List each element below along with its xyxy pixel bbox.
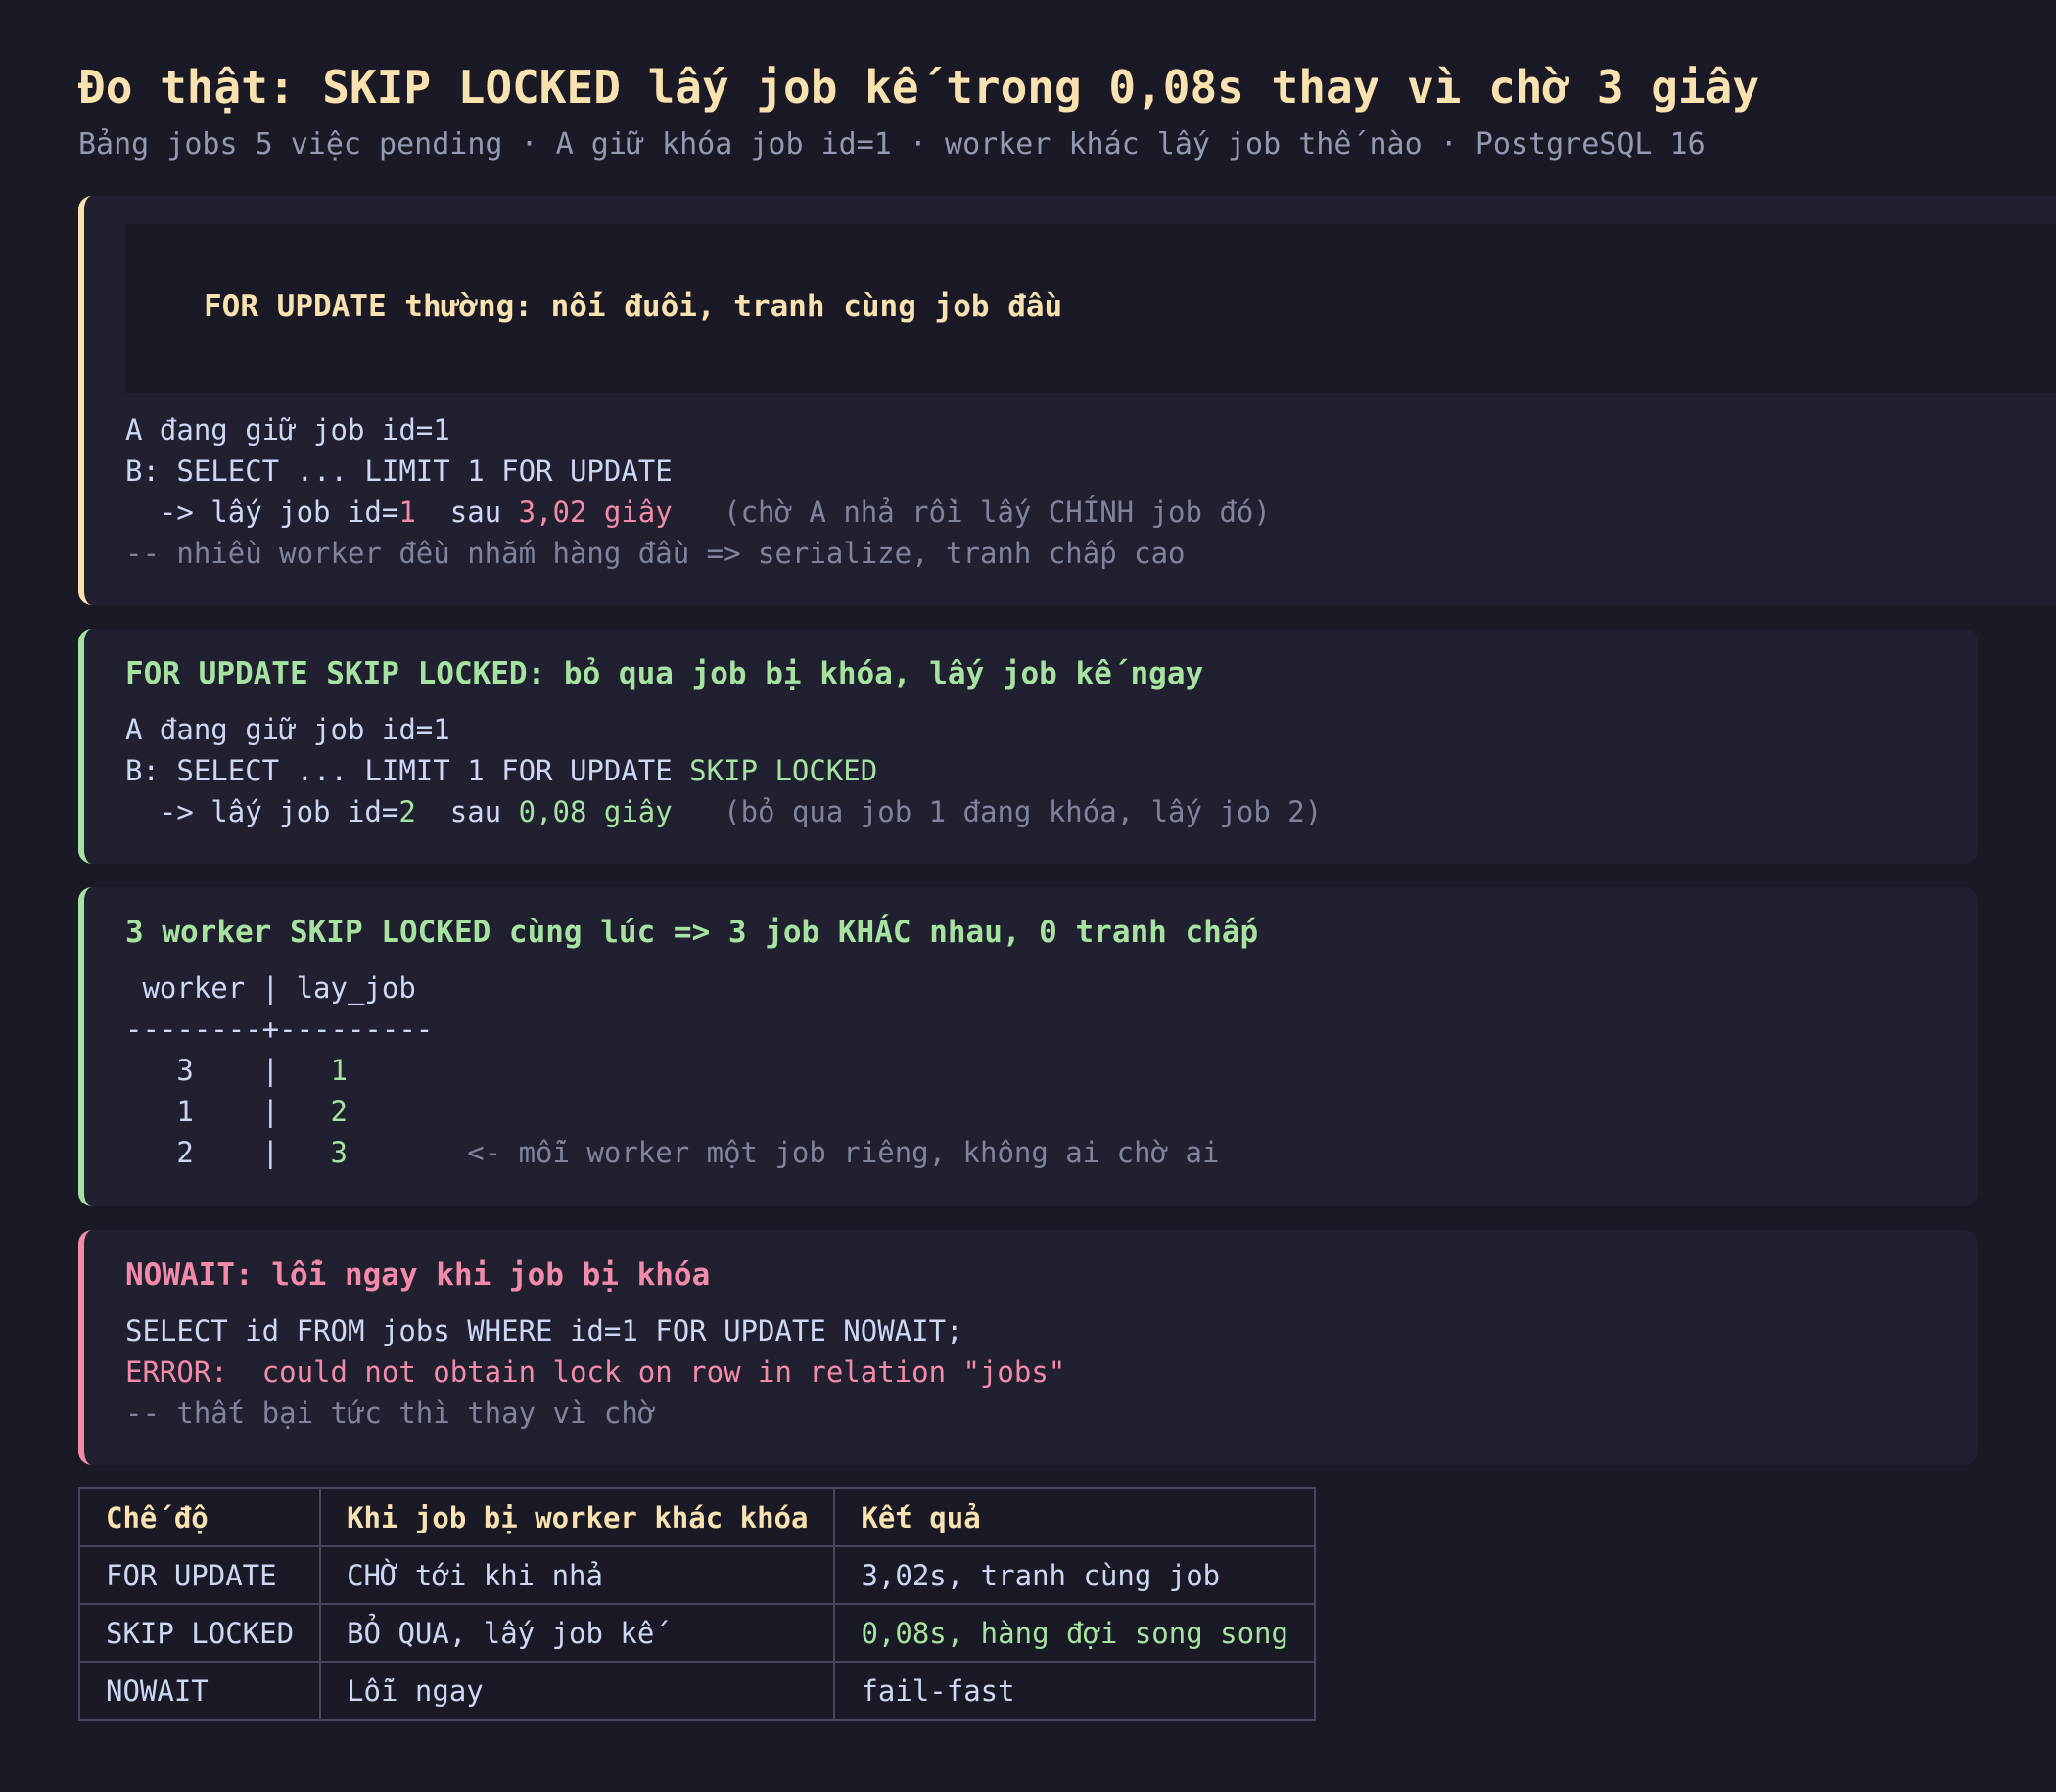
nowait-error: ERROR: could not obtain lock on row in r… [125,1355,1066,1389]
three-workers-heading: 3 worker SKIP LOCKED cùng lúc => 3 job K… [125,915,1259,950]
for-update-comment: -- nhiều worker đều nhắm hàng đầu => ser… [125,537,1186,570]
skip-locked-card: FOR UPDATE SKIP LOCKED: bỏ qua job bị kh… [78,629,1978,864]
result-cell: 0,08s, hàng đợi song song [833,1603,1316,1663]
header-when-locked: Khi job bị worker khác khóa [319,1487,836,1547]
workers-table-separator: --------+--------- [125,1013,434,1046]
header-mode: Chế độ [77,1487,322,1547]
for-update-note: (chờ A nhả rồi lấy CHÍNH job đó) [672,495,1271,529]
table-row: SKIP LOCKED BỎ QUA, lấy job kế 0,08s, hà… [77,1603,1316,1663]
nowait-heading: NOWAIT: lỗi ngay khi job bị khóa [125,1257,711,1293]
workers-note: <- mỗi worker một job riêng, không ai ch… [347,1136,1220,1169]
table-row: FOR UPDATE CHỜ tới khi nhả 3,02s, tranh … [77,1545,1316,1605]
skip-locked-time: 0,08 giây [518,795,673,828]
behavior-cell: BỎ QUA, lấy job kế [319,1603,836,1663]
summary-header-row: Chế độ Khi job bị worker khác khóa Kết q… [77,1487,1316,1547]
workers-table-row: 3 | 1 [125,1054,348,1087]
worker-cell: 1 | [125,1095,331,1128]
for-update-job-id: 1 [398,495,416,529]
for-update-line-2: B: SELECT ... LIMIT 1 FOR UPDATE [125,454,673,488]
mode-cell: SKIP LOCKED [77,1603,322,1663]
page: Đo thật: SKIP LOCKED lấy job kế trong 0,… [0,0,2056,1792]
job-cell: 2 [330,1095,348,1128]
for-update-line-3-mid: sau [415,495,519,529]
skip-locked-line-2-prefix: B: SELECT ... LIMIT 1 FOR UPDATE [125,754,690,787]
table-row: NOWAIT Lỗi ngay fail-fast [77,1661,1316,1721]
skip-locked-line-3-mid: sau [415,795,519,828]
mode-cell: NOWAIT [77,1661,322,1721]
nowait-comment: -- thất bại tức thì thay vì chờ [125,1396,656,1430]
skip-locked-line-3-prefix: -> lấy job id= [125,795,399,828]
skip-locked-keyword: SKIP LOCKED [689,754,878,787]
page-subtitle: Bảng jobs 5 việc pending · A giữ khóa jo… [78,127,1706,162]
for-update-line-3: -> lấy job id=1 sau 3,02 giây (chờ A nhả… [125,495,1271,529]
workers-table-row: 1 | 2 [125,1095,348,1128]
workers-table-row: 2 | 3 <- mỗi worker một job riêng, không… [125,1136,1219,1169]
skip-locked-job-id: 2 [398,795,416,828]
for-update-heading-box: FOR UPDATE thường: nối đuôi, tranh cùng … [125,224,2056,393]
skip-locked-line-1: A đang giữ job id=1 [125,713,450,746]
skip-locked-line-3: -> lấy job id=2 sau 0,08 giây (bỏ qua jo… [125,795,1322,828]
for-update-line-3-prefix: -> lấy job id= [125,495,399,529]
three-workers-card: 3 worker SKIP LOCKED cùng lúc => 3 job K… [78,887,1978,1206]
behavior-cell: CHỜ tới khi nhả [319,1545,836,1605]
skip-locked-line-2: B: SELECT ... LIMIT 1 FOR UPDATE SKIP LO… [125,754,877,787]
behavior-cell: Lỗi ngay [319,1661,836,1721]
for-update-heading: FOR UPDATE thường: nối đuôi, tranh cùng … [204,289,1063,324]
skip-locked-note: (bỏ qua job 1 đang khóa, lấy job 2) [672,795,1323,828]
header-result: Kết quả [833,1487,1316,1547]
for-update-wait-time: 3,02 giây [518,495,673,529]
job-cell: 3 [330,1136,348,1169]
nowait-sql: SELECT id FROM jobs WHERE id=1 FOR UPDAT… [125,1314,963,1347]
page-title: Đo thật: SKIP LOCKED lấy job kế trong 0,… [78,61,1760,114]
for-update-line-1: A đang giữ job id=1 [125,413,450,447]
nowait-card: NOWAIT: lỗi ngay khi job bị khóa SELECT … [78,1230,1978,1465]
skip-locked-heading: FOR UPDATE SKIP LOCKED: bỏ qua job bị kh… [125,656,1204,691]
worker-cell: 2 | [125,1136,331,1169]
job-cell: 1 [330,1054,348,1087]
for-update-card: FOR UPDATE thường: nối đuôi, tranh cùng … [78,196,2056,605]
result-cell: 3,02s, tranh cùng job [833,1545,1316,1605]
worker-cell: 3 | [125,1054,331,1087]
summary-table: Chế độ Khi job bị worker khác khóa Kết q… [77,1487,1316,1721]
result-cell: fail-fast [833,1661,1316,1721]
mode-cell: FOR UPDATE [77,1545,322,1605]
workers-table-header: worker | lay_job [125,971,416,1005]
